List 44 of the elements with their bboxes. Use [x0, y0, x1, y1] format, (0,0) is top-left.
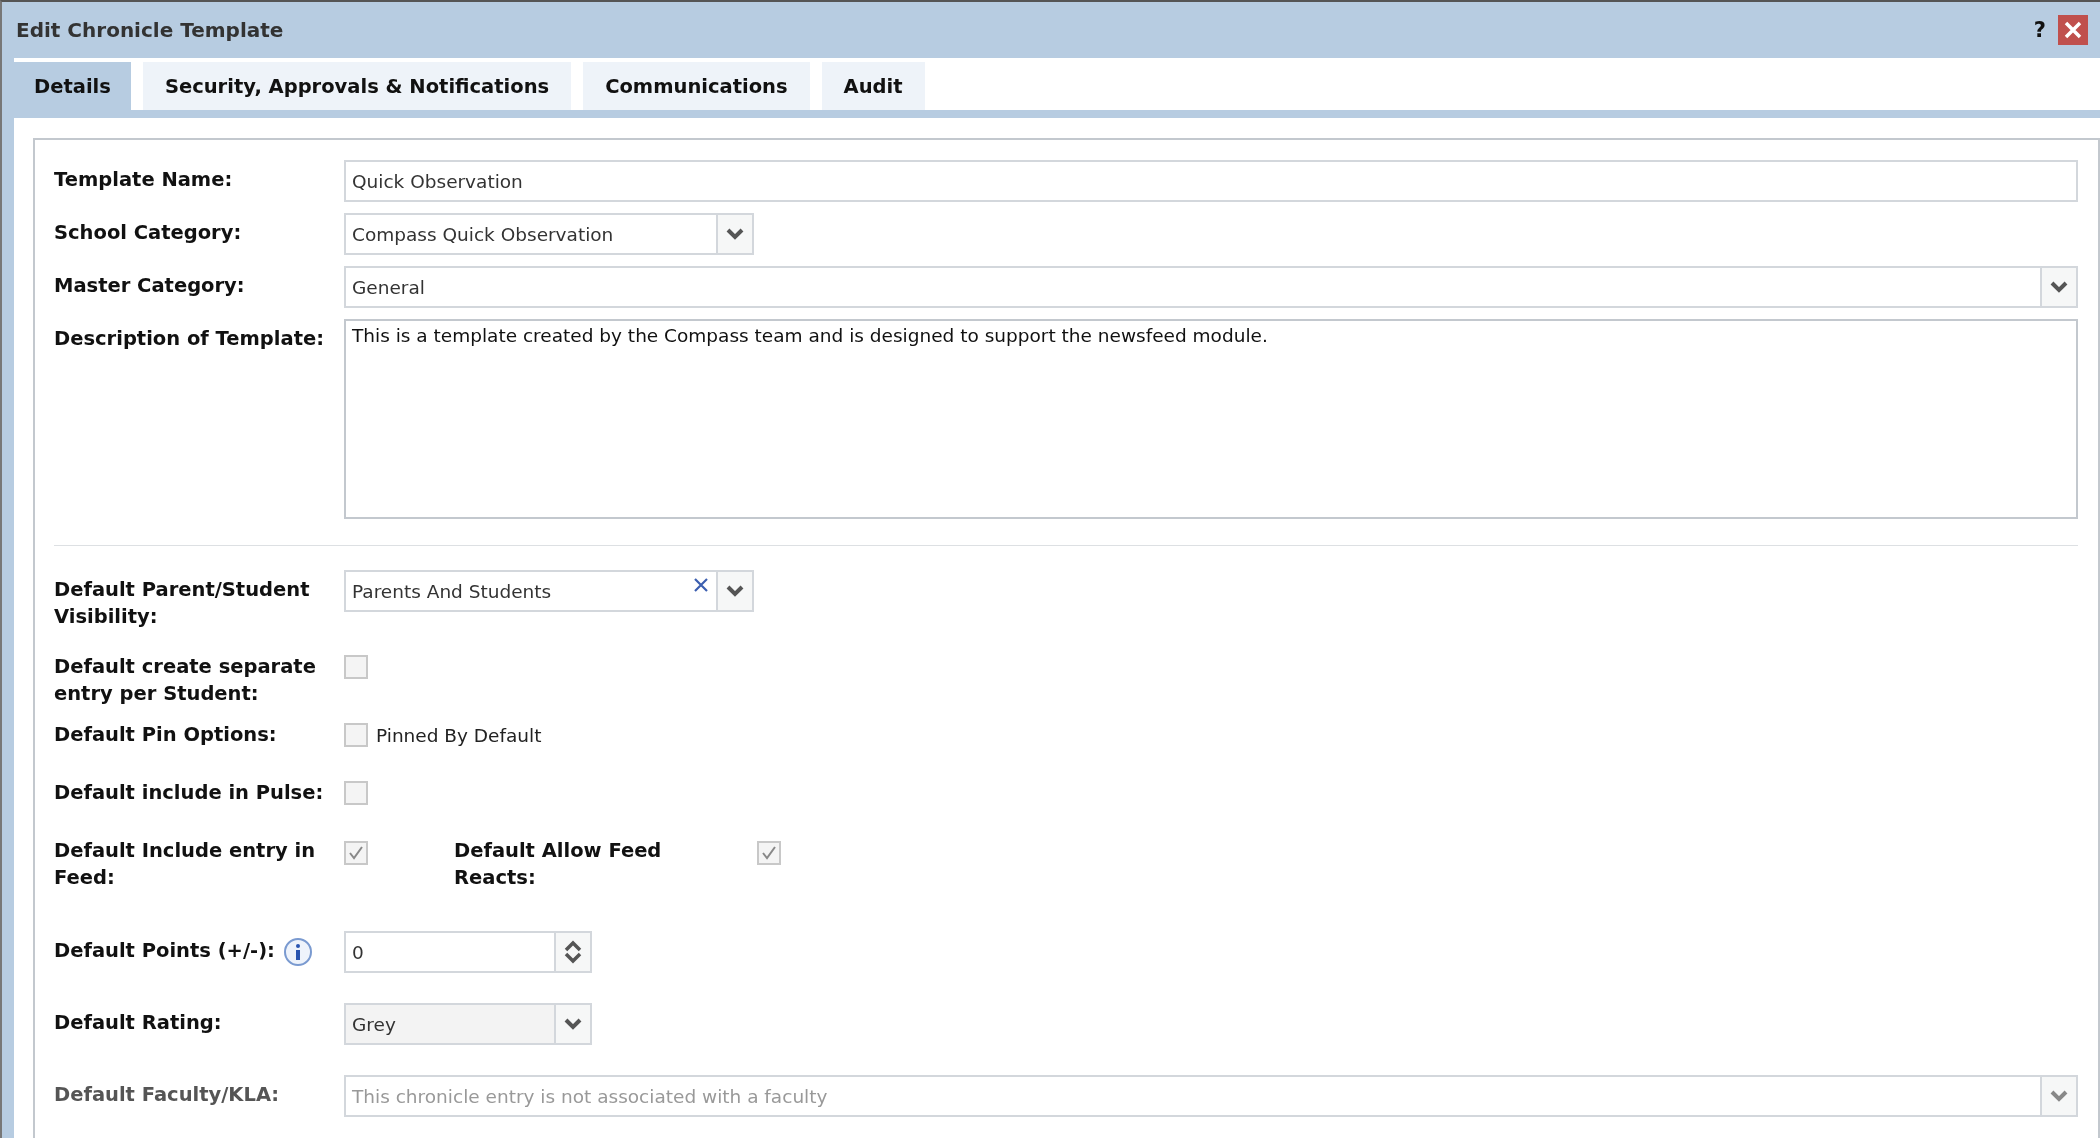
check-icon: [348, 845, 364, 861]
checkbox[interactable]: [757, 841, 781, 865]
caret-icon: [564, 1018, 582, 1030]
field-label: Master Category:: [54, 273, 245, 299]
dropdown-field[interactable]: Grey: [344, 1003, 592, 1045]
field-label: Default Allow Feed Reacts:: [454, 838, 663, 891]
info-icon[interactable]: [282, 937, 313, 967]
checkbox[interactable]: [344, 841, 368, 865]
checkbox[interactable]: [344, 723, 368, 747]
field-label: Default Points (+/-):: [54, 938, 275, 964]
checkbox-label: Pinned By Default: [376, 724, 542, 746]
field-label: Default Include entry in Feed:: [54, 838, 317, 891]
caret-icon: [2050, 1090, 2068, 1102]
close-icon[interactable]: [2064, 21, 2082, 39]
checkbox[interactable]: [344, 655, 368, 679]
dropdown-field[interactable]: Compass Quick Observation: [344, 213, 754, 255]
field-label: Description of Template:: [54, 326, 324, 352]
caret-icon: [726, 228, 744, 240]
number-field[interactable]: 0: [344, 931, 592, 973]
tab[interactable]: Details: [14, 62, 131, 110]
field-label: School Category:: [54, 220, 242, 246]
checkbox[interactable]: [344, 781, 368, 805]
dropdown-field[interactable]: General: [344, 266, 2078, 308]
tab[interactable]: Communications: [583, 62, 810, 110]
text-field[interactable]: Quick Observation: [344, 160, 2078, 202]
caret-icon: [2050, 281, 2068, 293]
help-button[interactable]: ?: [2033, 18, 2046, 42]
field-label: Template Name:: [54, 167, 233, 193]
field-label: Default Pin Options:: [54, 722, 277, 748]
tab[interactable]: Audit: [821, 62, 925, 110]
tab[interactable]: Security, Approvals & Notifications: [142, 62, 572, 110]
field-label: Default create separate entry per Student:: [54, 654, 317, 707]
check-icon: [761, 845, 777, 861]
field-label: Default Faculty/KLA:: [54, 1082, 280, 1108]
caret-icon: [726, 585, 744, 597]
clear-icon[interactable]: [694, 578, 708, 592]
description-textarea[interactable]: This is a template created by the Compass team and is designed to support the newsfeed module.: [344, 319, 2078, 519]
close-button[interactable]: [2058, 15, 2088, 45]
field-label: Default Parent/Student Visibility:: [54, 577, 311, 630]
dropdown-field[interactable]: Parents And Students: [344, 570, 754, 612]
field-label: Default include in Pulse:: [54, 780, 324, 806]
spinner-icon[interactable]: [554, 933, 590, 971]
field-label: Default Rating:: [54, 1010, 222, 1036]
window-title: Edit Chronicle Template: [16, 18, 285, 42]
